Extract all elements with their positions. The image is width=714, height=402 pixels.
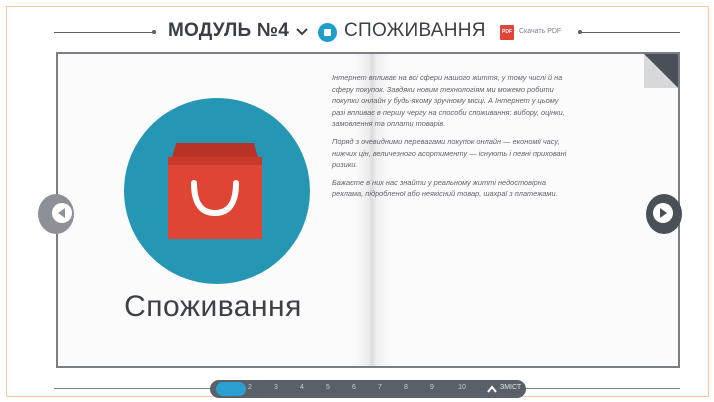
body-paragraph: Поряд з очевидними перевагами покупок он…: [332, 136, 567, 170]
pager-page-5[interactable]: 5: [322, 384, 334, 391]
pager-page-3[interactable]: 3: [270, 384, 282, 391]
header-divider-right: [580, 32, 680, 33]
chevron-up-icon[interactable]: [486, 384, 498, 394]
module-title[interactable]: МОДУЛЬ №4: [168, 20, 289, 42]
page-pager: 2 3 4 5 6 7 8 9 10 ЗМІСТ: [210, 380, 526, 398]
pager-page-8[interactable]: 8: [400, 384, 412, 391]
body-paragraph: Бажаєте в них нас знайти у реальному жит…: [332, 177, 558, 199]
hero-title: Споживання: [124, 290, 302, 323]
table-of-contents-button[interactable]: ЗМІСТ: [500, 384, 521, 391]
pager-page-7[interactable]: 7: [374, 384, 386, 391]
shopping-bag-icon: [168, 143, 262, 239]
header-dot-left: [152, 30, 156, 34]
download-pdf-link[interactable]: Скачать PDF: [519, 28, 561, 35]
pager-page-2[interactable]: 2: [244, 384, 256, 391]
left-page: Споживання: [58, 54, 368, 366]
body-paragraph: Інтернет впливає на всі сфери нашого жит…: [332, 73, 565, 129]
next-arrow-icon: [653, 203, 673, 223]
pager-page-9[interactable]: 9: [426, 384, 438, 391]
pager-page-1[interactable]: [216, 382, 246, 396]
body-text: Інтернет впливає на всі сфери нашого жит…: [332, 72, 568, 206]
footer-divider-left: [54, 388, 212, 389]
header-divider-left: [54, 32, 154, 33]
pdf-icon[interactable]: PDF: [500, 25, 514, 40]
prev-page-button[interactable]: [38, 194, 74, 234]
pager-page-4[interactable]: 4: [296, 384, 308, 391]
page-corner-fold[interactable]: [644, 54, 678, 88]
prev-arrow-icon: [52, 203, 72, 223]
chevron-down-icon[interactable]: [295, 24, 309, 38]
pager-page-6[interactable]: 6: [348, 384, 360, 391]
footer-divider-right: [522, 388, 680, 389]
next-page-button[interactable]: [646, 194, 682, 234]
pager-page-10[interactable]: 10: [454, 384, 470, 391]
section-title: СПОЖИВАННЯ: [344, 20, 486, 41]
shopping-bag-icon: [318, 23, 337, 42]
